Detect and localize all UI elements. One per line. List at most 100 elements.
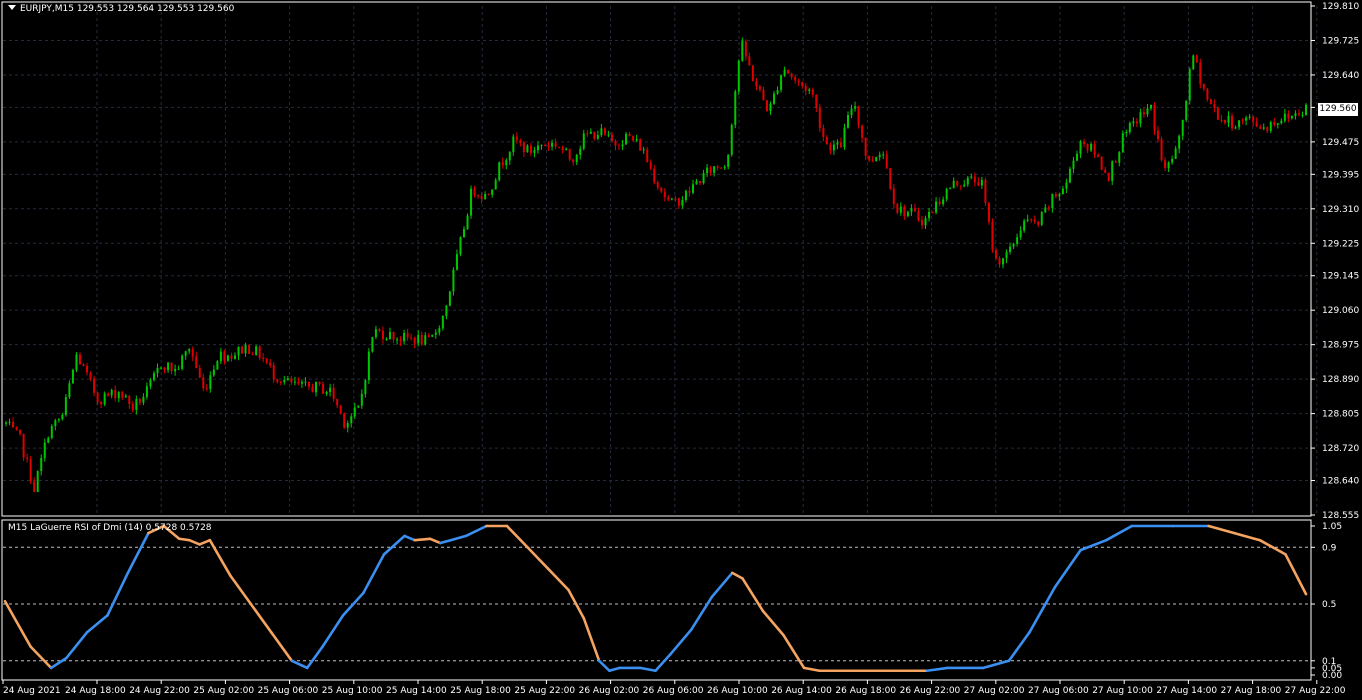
candle-body: [1153, 105, 1156, 131]
candle-body: [152, 373, 155, 380]
candle-body: [709, 167, 712, 173]
candle-body: [64, 396, 67, 415]
candle-body: [797, 80, 800, 83]
candle-body: [304, 381, 307, 383]
candle-body: [96, 392, 99, 403]
candle-body: [1090, 143, 1093, 151]
candle-body: [1005, 251, 1008, 259]
candle-body: [949, 188, 952, 190]
candle-body: [783, 69, 786, 76]
candle-body: [938, 201, 941, 205]
candle-body: [1305, 104, 1307, 115]
candle-body: [121, 392, 124, 398]
candle-body: [501, 162, 504, 166]
candle-body: [241, 346, 244, 354]
candle-body: [170, 362, 173, 372]
candle-body: [315, 381, 318, 393]
candle-body: [836, 142, 839, 145]
candle-body: [202, 377, 205, 389]
candle-body: [43, 442, 46, 458]
candle-body: [737, 60, 740, 92]
candle-body: [265, 358, 268, 363]
candle-body: [1104, 169, 1107, 173]
candle-body: [1135, 121, 1138, 124]
candle-body: [223, 351, 226, 361]
candle-body: [459, 237, 462, 255]
candle-body: [1114, 161, 1117, 163]
candle-body: [924, 218, 927, 226]
candle-body: [1231, 115, 1234, 129]
candle-body: [82, 364, 85, 366]
candle-body: [551, 142, 554, 147]
candle-body: [1245, 117, 1248, 121]
candle-body: [209, 375, 212, 390]
time-tick-label: 26 Aug 22:00: [900, 686, 961, 696]
candle-body: [832, 144, 835, 151]
candle-body: [773, 93, 776, 104]
candle-body: [875, 157, 878, 162]
candle-body: [892, 188, 895, 204]
candle-body: [167, 362, 170, 371]
candle-body: [174, 369, 177, 372]
candle-body: [353, 407, 356, 417]
candle-body: [755, 81, 758, 87]
candle-body: [1181, 119, 1184, 136]
candle-body: [1111, 161, 1114, 181]
candle-body: [913, 208, 916, 212]
candle-body: [1146, 108, 1149, 115]
candle-body: [205, 388, 208, 390]
candle-body: [1068, 168, 1071, 183]
candle-body: [625, 133, 628, 145]
candle-body: [389, 331, 392, 340]
candle-body: [699, 181, 702, 184]
candle-body: [744, 41, 747, 57]
time-tick-label: 26 Aug 14:00: [771, 686, 832, 696]
candle-body: [758, 86, 761, 90]
candle-body: [1255, 121, 1258, 127]
candle-body: [22, 433, 25, 458]
candle-body: [1199, 62, 1202, 84]
candle-body: [399, 339, 402, 342]
candle-body: [1019, 230, 1022, 238]
candle-body: [1083, 141, 1086, 144]
candle-body: [519, 140, 522, 143]
candle-body: [920, 220, 923, 226]
candle-body: [1086, 143, 1089, 151]
candle-body: [1241, 120, 1244, 122]
candle-body: [1100, 156, 1103, 170]
candle-body: [226, 355, 229, 361]
candle-body: [579, 148, 582, 155]
candle-body: [1033, 219, 1036, 222]
candle-body: [720, 167, 723, 169]
candle-body: [160, 367, 163, 369]
dropdown-triangle-icon[interactable]: [8, 5, 16, 10]
candle-body: [420, 334, 423, 345]
candle-body: [878, 154, 881, 158]
candle-body: [445, 305, 448, 317]
candle-body: [825, 136, 828, 145]
candle-body: [283, 380, 286, 383]
candle-body: [674, 198, 677, 200]
candle-body: [980, 179, 983, 186]
candle-body: [804, 85, 807, 91]
candle-body: [131, 404, 134, 410]
candle-body: [959, 185, 962, 187]
candle-body: [734, 91, 737, 125]
candle-body: [871, 160, 874, 162]
candle-body: [621, 144, 624, 147]
candle-body: [477, 195, 480, 197]
candle-body: [649, 162, 652, 169]
candle-body: [815, 94, 818, 108]
time-tick-label: 24 Aug 22:00: [129, 686, 190, 696]
candle-body: [586, 133, 589, 135]
candle-body: [906, 211, 909, 217]
candle-body: [607, 134, 610, 136]
candle-body: [1276, 123, 1279, 125]
candle-body: [413, 337, 416, 344]
candle-body: [438, 328, 441, 333]
candle-body: [498, 162, 501, 181]
candle-body: [572, 159, 575, 163]
candle-body: [544, 145, 547, 147]
candle-body: [1118, 152, 1121, 163]
candle-body: [484, 193, 487, 200]
